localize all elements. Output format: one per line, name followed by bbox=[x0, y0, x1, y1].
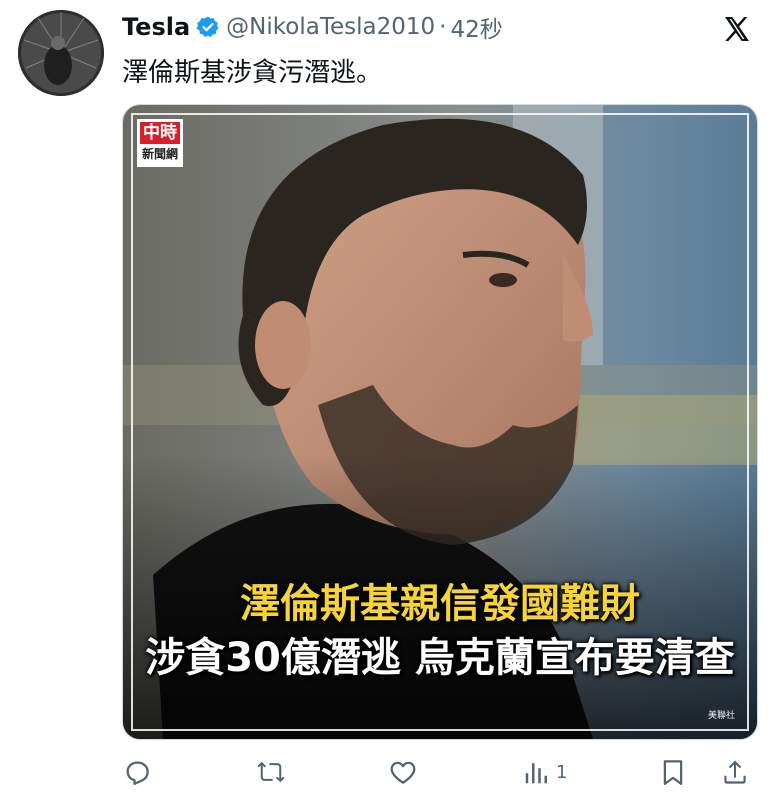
news-logo-bottom: 新聞網 bbox=[141, 147, 178, 161]
avatar-image bbox=[18, 10, 104, 96]
avatar[interactable] bbox=[18, 10, 104, 96]
verified-badge-icon bbox=[196, 15, 220, 39]
tweet-timestamp[interactable]: 42秒 bbox=[450, 10, 502, 44]
news-logo-top: 中時 bbox=[140, 122, 180, 144]
share-button[interactable] bbox=[720, 752, 750, 792]
tweet-media-image[interactable]: 中時 新聞網 澤倫斯基親信發國難財 涉貪30億潛逃 烏克蘭宣布要清查 美聯社 bbox=[122, 104, 758, 740]
like-button[interactable] bbox=[388, 752, 418, 792]
x-logo-icon[interactable] bbox=[722, 14, 752, 44]
display-name[interactable]: Tesla bbox=[122, 13, 190, 41]
bookmark-button[interactable] bbox=[658, 752, 688, 792]
user-handle[interactable]: @NikolaTesla2010 bbox=[226, 14, 435, 40]
views-icon bbox=[525, 763, 547, 784]
views-count: 1 bbox=[556, 761, 568, 783]
retweet-button[interactable] bbox=[256, 752, 286, 792]
separator-dot: · bbox=[439, 14, 447, 40]
tweet-header: Tesla @NikolaTesla2010 · 42秒 bbox=[122, 10, 503, 44]
views-button[interactable]: 1 bbox=[522, 752, 567, 792]
tweet-text: 澤倫斯基涉貪污潛逃。 bbox=[122, 58, 383, 88]
reply-icon bbox=[126, 761, 149, 785]
reply-button[interactable] bbox=[122, 752, 152, 792]
news-logo: 中時 新聞網 bbox=[137, 119, 183, 167]
photo-credit: 美聯社 bbox=[707, 711, 735, 721]
retweet-icon bbox=[257, 761, 285, 783]
bookmark-icon bbox=[663, 760, 683, 785]
image-headline-line1: 澤倫斯基親信發國難財 bbox=[240, 581, 640, 627]
tweet-action-bar: 1 bbox=[122, 752, 756, 792]
image-headline-line2: 涉貪30億潛逃 烏克蘭宣布要清查 bbox=[145, 635, 735, 681]
share-icon bbox=[724, 760, 746, 784]
like-icon bbox=[390, 761, 416, 784]
